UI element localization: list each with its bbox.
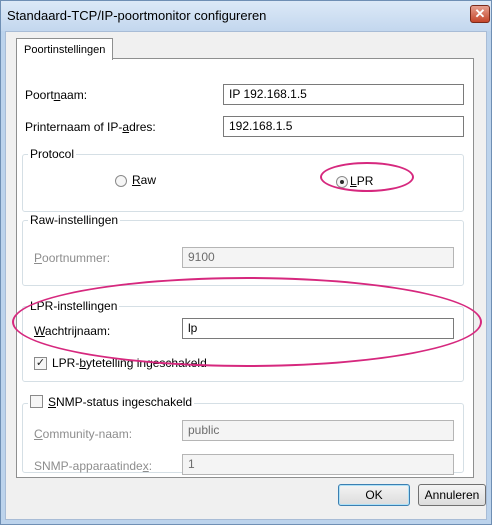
port-number-input[interactable]: 9100 bbox=[182, 247, 454, 268]
printer-name-label: Printernaam of IP-adres: bbox=[25, 120, 156, 134]
community-name-label: Community-naam: bbox=[34, 427, 133, 441]
ok-button[interactable]: OK bbox=[338, 484, 410, 506]
radio-selected-dot bbox=[340, 180, 344, 184]
lpr-settings-legend: LPR-instellingen bbox=[28, 299, 120, 313]
tab-port-settings[interactable]: Poortinstellingen bbox=[16, 38, 114, 60]
raw-radio[interactable] bbox=[115, 175, 127, 187]
device-index-label: SNMP-apparaatindex: bbox=[34, 459, 153, 473]
window-title: Standaard-TCP/IP-poortmonitor configurer… bbox=[7, 8, 267, 23]
port-name-input[interactable]: IP 192.168.1.5 bbox=[223, 84, 464, 105]
lpr-radio-label[interactable]: LPR bbox=[350, 174, 373, 188]
lpr-radio[interactable] bbox=[336, 176, 348, 188]
snmp-legend: SNMP-status ingeschakeld bbox=[28, 395, 195, 409]
protocol-group bbox=[22, 154, 464, 212]
close-button[interactable]: ✕ bbox=[470, 5, 490, 23]
community-name-input[interactable]: public bbox=[182, 420, 454, 441]
byte-count-label[interactable]: LPR-bytetelling ingeschakeld bbox=[52, 356, 207, 370]
close-icon: ✕ bbox=[474, 6, 486, 21]
port-number-label: Poortnummer: bbox=[34, 251, 111, 265]
printer-name-input[interactable]: 192.168.1.5 bbox=[223, 116, 464, 137]
tab-panel: Poortnaam: IP 192.168.1.5 Printernaam of… bbox=[16, 58, 474, 478]
raw-radio-label[interactable]: Raw bbox=[132, 173, 156, 187]
dialog-client: Poortinstellingen Poortnaam: IP 192.168.… bbox=[5, 31, 487, 520]
protocol-legend: Protocol bbox=[28, 147, 77, 161]
byte-count-checkbox[interactable]: ✓ bbox=[34, 357, 47, 370]
raw-settings-legend: Raw-instellingen bbox=[28, 213, 121, 227]
device-index-input[interactable]: 1 bbox=[182, 454, 454, 475]
title-bar[interactable]: Standaard-TCP/IP-poortmonitor configurer… bbox=[1, 1, 491, 31]
port-name-label: Poortnaam: bbox=[25, 88, 88, 102]
queue-name-input[interactable]: lp bbox=[182, 318, 454, 339]
dialog-window: Standaard-TCP/IP-poortmonitor configurer… bbox=[0, 0, 492, 525]
cancel-button[interactable]: Annuleren bbox=[418, 484, 486, 506]
snmp-checkbox[interactable] bbox=[30, 395, 43, 408]
queue-name-label: Wachtrijnaam: bbox=[34, 324, 111, 338]
